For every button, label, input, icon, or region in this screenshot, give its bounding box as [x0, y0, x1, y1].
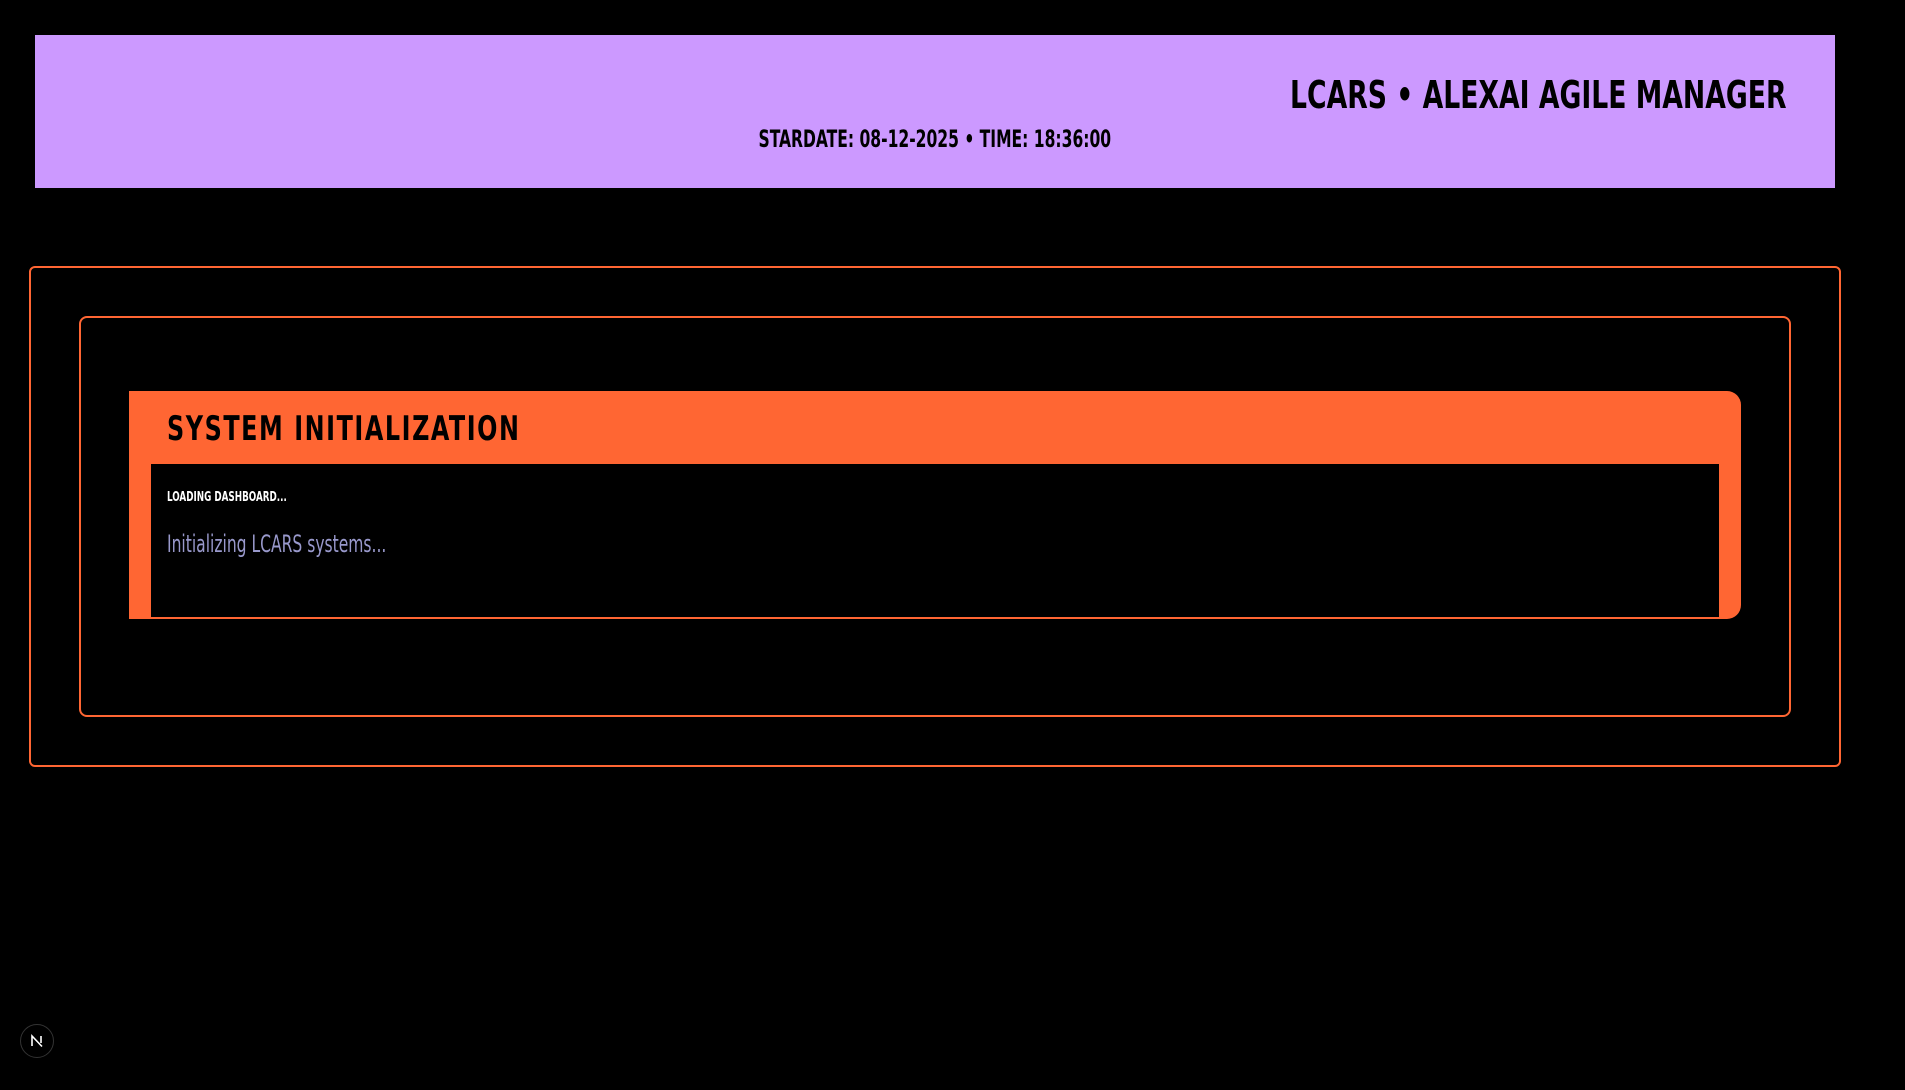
- app-title: LCARS • ALEXAI AGILE MANAGER: [1290, 73, 1787, 117]
- nextjs-logo-icon[interactable]: [20, 1024, 54, 1058]
- stardate-readout: STARDATE: 08-12-2025 • TIME: 18:36:00: [35, 125, 1835, 153]
- header-bar: LCARS • ALEXAI AGILE MANAGER STARDATE: 0…: [35, 35, 1835, 188]
- lcars-page: LCARS • ALEXAI AGILE MANAGER STARDATE: 0…: [0, 0, 1905, 1090]
- loading-label: LOADING DASHBOARD...: [167, 490, 287, 505]
- system-initialization-panel: SYSTEM INITIALIZATION LOADING DASHBOARD.…: [129, 391, 1741, 619]
- panel-title: SYSTEM INITIALIZATION: [167, 409, 521, 449]
- loading-message: Initializing LCARS systems...: [167, 530, 387, 558]
- nextjs-n-glyph: [31, 1034, 43, 1048]
- stardate-text: STARDATE: 08-12-2025 • TIME: 18:36:00: [758, 125, 1112, 153]
- panel-body: LOADING DASHBOARD... Initializing LCARS …: [151, 464, 1719, 617]
